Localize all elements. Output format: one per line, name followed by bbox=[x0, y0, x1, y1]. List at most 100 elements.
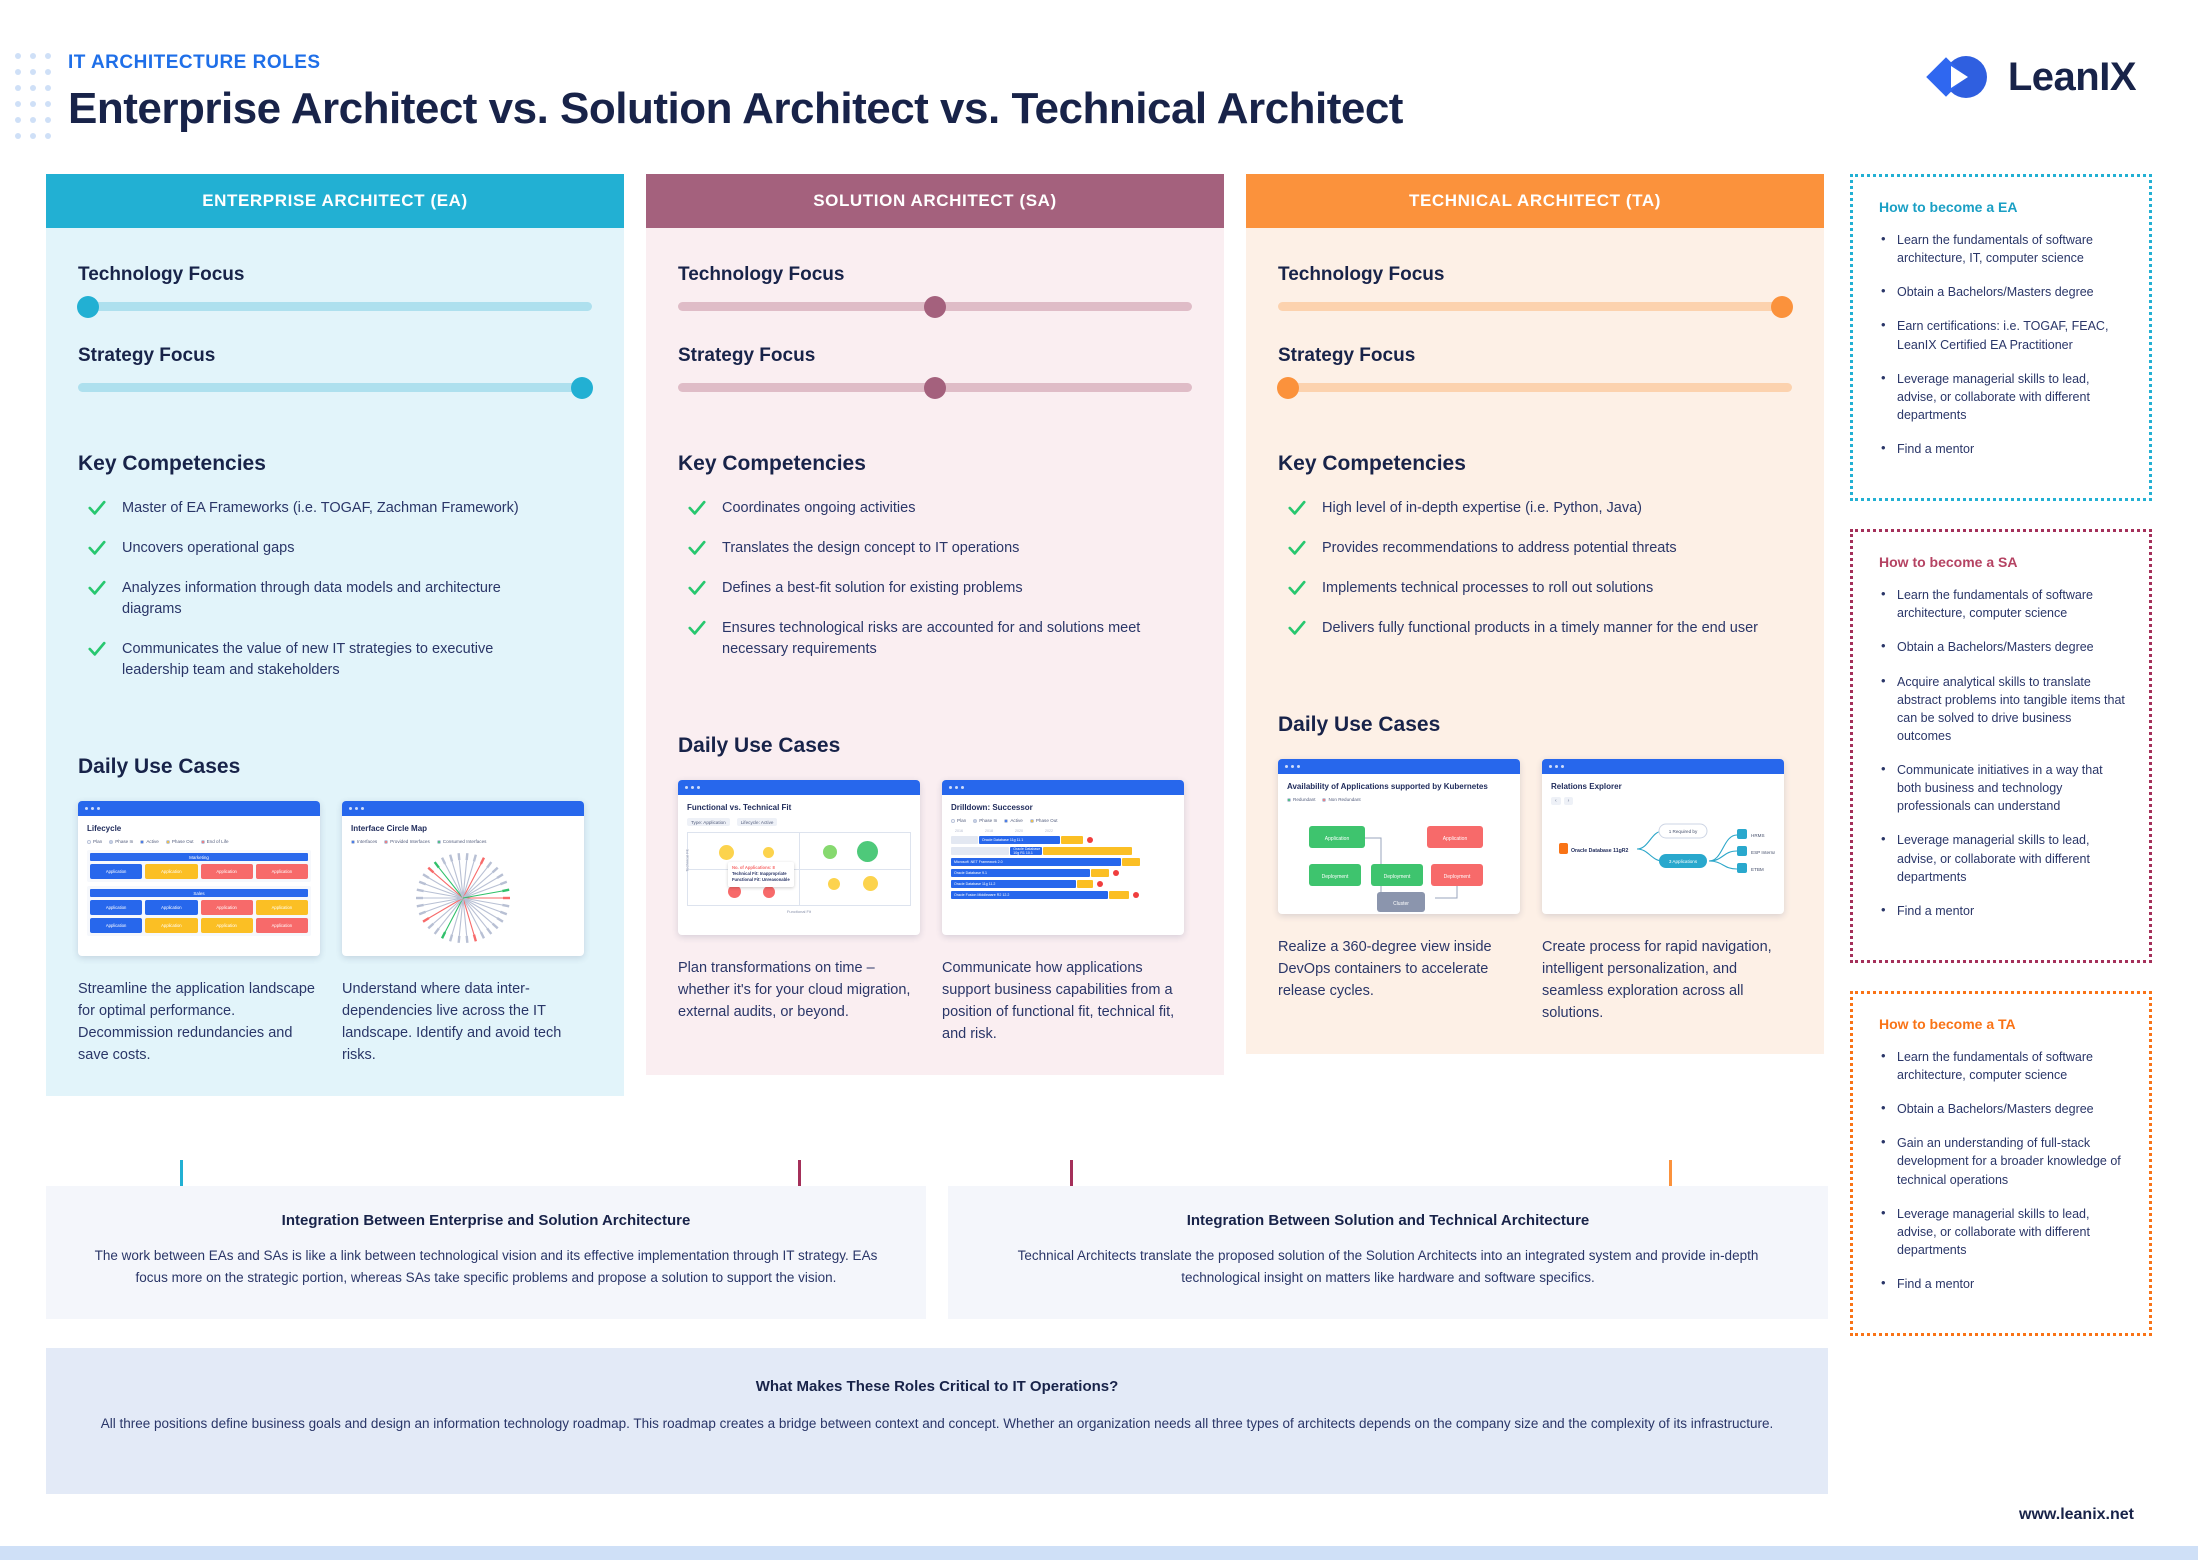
lifecycle-group: Marketing Application Application Applicati… bbox=[87, 850, 311, 883]
application-tile[interactable]: Application bbox=[145, 864, 198, 880]
application-tile[interactable]: Application bbox=[145, 918, 198, 934]
integration-body: The work between EAs and SAs is like a l… bbox=[94, 1248, 878, 1285]
svg-text:ESP Internal: ESP Internal bbox=[1751, 850, 1775, 855]
page-header: IT ARCHITECTURE ROLES Enterprise Archite… bbox=[68, 52, 1403, 134]
screenshot-content: Functional vs. Technical Fit Type: Applic… bbox=[678, 795, 920, 922]
application-tile[interactable]: Application bbox=[90, 918, 143, 934]
focus-slider-strategy[interactable] bbox=[678, 376, 1192, 399]
product-screenshot[interactable]: Relations Explorer ‹ › Oracle Database 11gR… bbox=[1542, 759, 1784, 915]
svg-text:Deployment: Deployment bbox=[1322, 874, 1349, 880]
focus-slider-technology[interactable] bbox=[678, 295, 1192, 318]
slider-knob[interactable] bbox=[1770, 295, 1793, 318]
application-tile[interactable]: Application bbox=[255, 900, 308, 916]
svg-text:ETBM: ETBM bbox=[1751, 867, 1764, 872]
competency-text: Coordinates ongoing activities bbox=[722, 500, 916, 516]
usecase-card: Lifecycle Plan Phase In Active Phase Out End … bbox=[78, 801, 320, 1066]
usecase-caption: Understand where data inter-dependencies… bbox=[342, 981, 562, 1064]
group-name: Sales bbox=[90, 889, 308, 898]
sidebar-list-item: Learn the fundamentals of software archi… bbox=[1879, 230, 2125, 267]
product-screenshot[interactable]: Drilldown: Successor Plan Phase In Active Ph… bbox=[942, 780, 1184, 936]
check-icon bbox=[88, 641, 106, 656]
sidebar-heading: How to become a TA bbox=[1879, 1015, 2016, 1032]
competencies-list: Master of EA Frameworks (i.e. TOGAF, Zac… bbox=[78, 498, 592, 681]
slider-knob[interactable] bbox=[77, 295, 100, 318]
legend-entry: Consumed Interfaces bbox=[436, 839, 486, 844]
integration-title: Integration Between Enterprise and Solut… bbox=[281, 1212, 691, 1229]
legend-entry: Plan bbox=[951, 818, 966, 823]
how-to-become-ea: How to become a EA Learn the fundamentals… bbox=[1850, 174, 2152, 502]
critical-roles-box: What Makes These Roles Critical to IT Op… bbox=[46, 1348, 1828, 1494]
product-screenshot[interactable]: Functional vs. Technical Fit Type: Applic… bbox=[678, 780, 920, 936]
relations-graph: Oracle Database 11gR2 1 Required by 3 Appl… bbox=[1559, 823, 1777, 874]
critical-title: What Makes These Roles Critical to IT Op… bbox=[755, 1378, 1119, 1395]
page-title: Enterprise Architect vs. Solution Archit… bbox=[68, 84, 1403, 133]
filter-chips: Type: Application Lifecycle: Active bbox=[687, 818, 911, 827]
screenshot-content: Lifecycle Plan Phase In Active Phase Out End … bbox=[78, 816, 320, 948]
leanix-mark-icon bbox=[1926, 56, 1987, 98]
product-screenshot[interactable]: Interface Circle Map Interfaces Provided I… bbox=[342, 801, 584, 957]
competency-item: Analyzes information through data models… bbox=[78, 578, 592, 620]
page-kicker: IT ARCHITECTURE ROLES bbox=[68, 52, 321, 73]
usecases-title: Daily Use Cases bbox=[678, 734, 841, 758]
role-columns: ENTERPRISE ARCHITECT (EA) Technology Focu… bbox=[46, 174, 1824, 1097]
usecase-caption: Create process for rapid navigation, int… bbox=[1542, 939, 1772, 1022]
sidebar-list-item: Obtain a Bachelors/Masters degree bbox=[1879, 1099, 2125, 1118]
focus-label: Technology Focus bbox=[678, 264, 845, 285]
legend-entry: Redundant bbox=[1287, 797, 1315, 802]
focus-slider-technology[interactable] bbox=[77, 295, 592, 318]
sidebar-list-item: Find a mentor bbox=[1879, 1274, 2125, 1293]
application-tile[interactable]: Application bbox=[200, 900, 253, 916]
product-screenshot[interactable]: Availability of Applications supported b… bbox=[1278, 759, 1520, 915]
timeline-row: Microsoft .NET Framework 2.0 bbox=[951, 858, 1175, 867]
usecase-caption: Streamline the application landscape for… bbox=[78, 981, 315, 1064]
application-tile[interactable]: Application bbox=[255, 918, 308, 934]
competency-text: Provides recommendations to address pote… bbox=[1322, 540, 1677, 557]
check-icon bbox=[688, 620, 706, 635]
competency-text: Defines a best-fit solution for existing… bbox=[722, 580, 1023, 597]
application-tile[interactable]: Application bbox=[90, 900, 143, 916]
slider-knob[interactable] bbox=[1277, 376, 1300, 399]
chart-legend: Plan Phase In Active Phase Out bbox=[951, 818, 1175, 823]
check-icon bbox=[688, 580, 706, 595]
sidebar-list: Learn the fundamentals of software archi… bbox=[1879, 230, 2125, 458]
application-tile[interactable]: Application bbox=[200, 864, 253, 880]
sidebar-list-item: Learn the fundamentals of software archi… bbox=[1879, 585, 2125, 622]
product-screenshot[interactable]: Lifecycle Plan Phase In Active Phase Out End … bbox=[78, 801, 320, 957]
slider-knob[interactable] bbox=[570, 376, 593, 399]
focus-slider-strategy[interactable] bbox=[1277, 376, 1792, 399]
filter-chip[interactable]: Lifecycle: Active bbox=[736, 818, 778, 827]
screenshot-titlebar bbox=[1542, 759, 1784, 775]
application-tile[interactable]: Application bbox=[200, 918, 253, 934]
application-tile[interactable]: Application bbox=[255, 864, 308, 880]
application-tiles: Application Application Application Applica… bbox=[90, 864, 308, 880]
sidebar-list-item: Learn the fundamentals of software archi… bbox=[1879, 1047, 2125, 1084]
application-tile[interactable]: Application bbox=[145, 900, 198, 916]
slider-knob[interactable] bbox=[924, 295, 946, 318]
check-icon bbox=[1288, 500, 1306, 515]
slider-knob[interactable] bbox=[924, 376, 946, 399]
focus-label: Strategy Focus bbox=[1278, 345, 1416, 366]
competency-text: Translates the design concept to IT oper… bbox=[722, 540, 1020, 557]
svg-text:Oracle Database 11gR2: Oracle Database 11gR2 bbox=[1571, 848, 1628, 854]
focus-slider-strategy[interactable] bbox=[78, 376, 593, 399]
matrix-tooltip: No. of Applications: 8 Technical Fit: Ina… bbox=[727, 861, 794, 887]
application-tile[interactable]: Application bbox=[90, 864, 143, 880]
screenshot-title: Interface Circle Map bbox=[351, 824, 428, 834]
screenshot-titlebar bbox=[678, 780, 920, 796]
focus-slider-technology[interactable] bbox=[1278, 295, 1793, 318]
explorer-nav[interactable]: ‹ › bbox=[1551, 797, 1775, 806]
sidebar-list-item: Leverage managerial skills to lead, advi… bbox=[1879, 369, 2125, 424]
competency-item: Ensures technological risks are accounte… bbox=[678, 618, 1192, 660]
column-heading-ta: TECHNICAL ARCHITECT (TA) bbox=[1246, 174, 1824, 228]
svg-text:Deployment: Deployment bbox=[1384, 874, 1411, 880]
check-icon bbox=[88, 500, 106, 515]
check-icon bbox=[688, 540, 706, 555]
competencies-title: Key Competencies bbox=[678, 452, 866, 475]
filter-chip[interactable]: Type: Application bbox=[687, 818, 730, 827]
svg-text:Cluster: Cluster bbox=[1393, 901, 1409, 907]
kubernetes-graph: Application Application Deployment Deployme… bbox=[1309, 826, 1483, 913]
competency-text: Master of EA Frameworks (i.e. TOGAF, Zac… bbox=[122, 500, 519, 516]
usecase-caption: Realize a 360-degree view inside DevOps … bbox=[1278, 939, 1492, 1000]
column-heading-sa: SOLUTION ARCHITECT (SA) bbox=[646, 174, 1224, 228]
integration-box-sa-ta: Integration Between Solution and Technic… bbox=[948, 1186, 1828, 1319]
